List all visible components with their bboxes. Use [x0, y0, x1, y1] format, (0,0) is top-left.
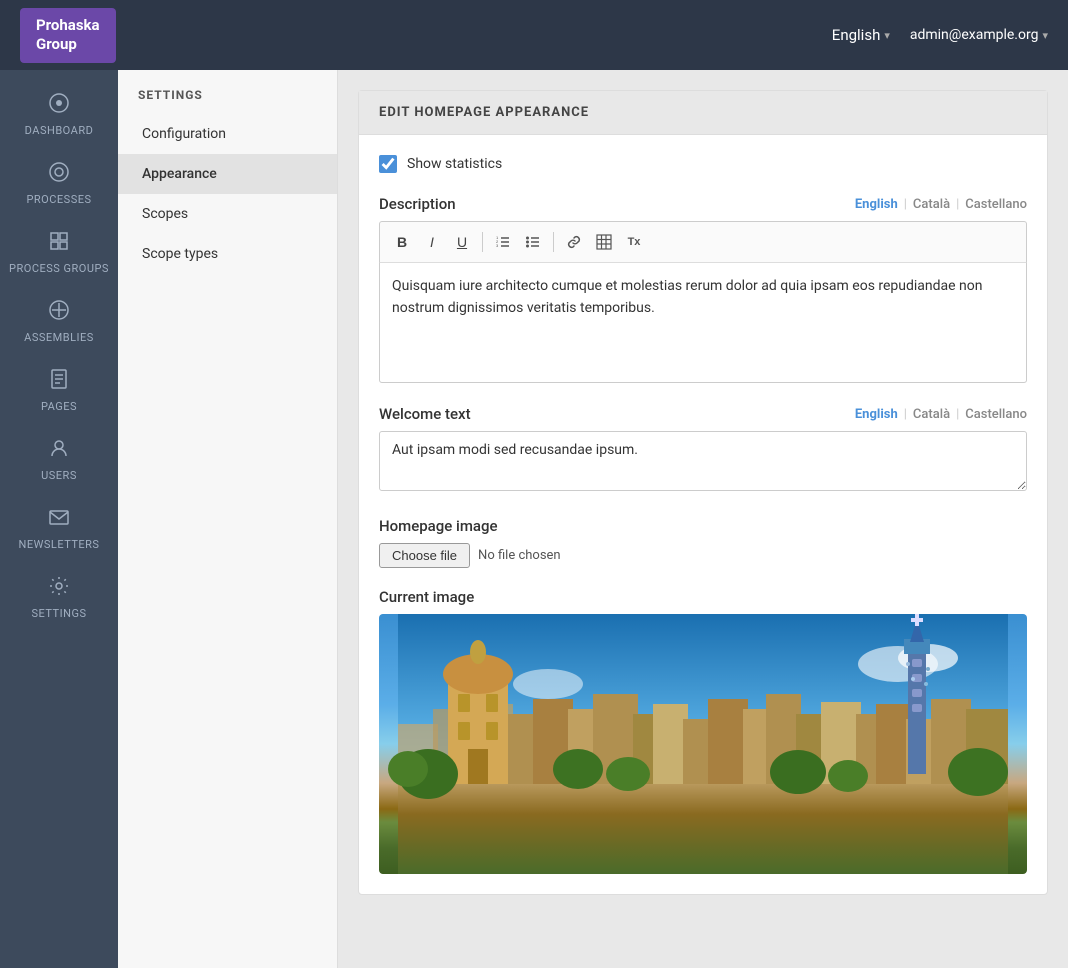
description-lang-english[interactable]: English [855, 197, 898, 212]
choose-file-button[interactable]: Choose file [379, 543, 470, 568]
unordered-list-button[interactable] [519, 228, 547, 256]
language-label: English [832, 26, 881, 44]
sidebar-item-label: Newsletters [19, 538, 100, 551]
current-image-display [379, 614, 1027, 874]
welcome-text-header: Welcome text English | Català | Castella… [379, 405, 1027, 423]
content-area: Edit Homepage Appearance Show statistics… [338, 70, 1068, 968]
ordered-list-button[interactable]: 123 [489, 228, 517, 256]
show-statistics-checkbox[interactable] [379, 155, 397, 173]
homepage-image-section: Homepage image Choose file No file chose… [379, 517, 1027, 568]
sidebar-item-label: Settings [32, 607, 87, 620]
clear-formatting-button[interactable]: Tx [620, 228, 648, 256]
sidebar-item-process-groups[interactable]: Process Groups [0, 218, 118, 287]
description-lang-castellano[interactable]: Castellano [965, 197, 1027, 212]
edit-card-title: Edit Homepage Appearance [359, 91, 1047, 135]
language-selector[interactable]: English ▾ [832, 26, 890, 44]
settings-nav-configuration[interactable]: Configuration [118, 114, 337, 154]
table-button[interactable] [590, 228, 618, 256]
sidebar-item-label: Assemblies [24, 331, 94, 344]
homepage-image-label: Homepage image [379, 517, 1027, 535]
description-header: Description English | Català | Castellan… [379, 195, 1027, 213]
sidebar-item-users[interactable]: Users [0, 425, 118, 494]
sidebar-item-label: Processes [26, 193, 91, 206]
user-menu[interactable]: admin@example.org ▾ [910, 27, 1048, 43]
description-content[interactable]: Quisquam iure architecto cumque et moles… [379, 263, 1027, 383]
settings-panel: Settings Configuration Appearance Scopes… [118, 70, 338, 968]
italic-button[interactable]: I [418, 228, 446, 256]
welcome-lang-catala[interactable]: Català [913, 407, 950, 422]
top-header: Prohaska Group English ▾ admin@example.o… [0, 0, 1068, 70]
users-icon [48, 437, 70, 464]
app-title: Prohaska Group [20, 8, 116, 63]
sidebar-item-label: Dashboard [25, 124, 94, 137]
link-button[interactable] [560, 228, 588, 256]
welcome-text-input[interactable] [379, 431, 1027, 491]
toolbar-separator-2 [553, 232, 554, 252]
welcome-lang-tabs: English | Català | Castellano [855, 407, 1027, 422]
processes-icon [48, 161, 70, 188]
sidebar-item-processes[interactable]: Processes [0, 149, 118, 218]
sidebar-item-settings[interactable]: Settings [0, 563, 118, 632]
pages-icon [48, 368, 70, 395]
edit-card: Edit Homepage Appearance Show statistics… [358, 90, 1048, 895]
svg-text:3: 3 [496, 243, 499, 248]
underline-button[interactable]: U [448, 228, 476, 256]
description-lang-catala[interactable]: Català [913, 197, 950, 212]
description-section: Description English | Català | Castellan… [379, 195, 1027, 383]
chevron-down-icon: ▾ [884, 29, 890, 42]
sidebar-item-dashboard[interactable]: Dashboard [0, 80, 118, 149]
sidebar-item-pages[interactable]: Pages [0, 356, 118, 425]
settings-nav-scope-types[interactable]: Scope types [118, 234, 337, 274]
welcome-lang-english[interactable]: English [855, 407, 898, 422]
editor-toolbar: B I U 123 [379, 221, 1027, 263]
settings-nav-appearance[interactable]: Appearance [118, 154, 337, 194]
settings-icon [48, 575, 70, 602]
edit-card-body: Show statistics Description English | Ca… [359, 135, 1047, 894]
welcome-text-label: Welcome text [379, 405, 471, 423]
no-file-chosen-text: No file chosen [478, 548, 561, 563]
user-email: admin@example.org [910, 27, 1039, 43]
bold-button[interactable]: B [388, 228, 416, 256]
settings-nav-scopes[interactable]: Scopes [118, 194, 337, 234]
toolbar-separator [482, 232, 483, 252]
sidebar: Dashboard Processes Process Groups Assem… [0, 70, 118, 968]
sidebar-item-label: Pages [41, 400, 77, 413]
header-right: English ▾ admin@example.org ▾ [832, 26, 1048, 44]
show-statistics-label: Show statistics [407, 156, 502, 172]
show-statistics-row: Show statistics [379, 155, 1027, 173]
assemblies-icon [48, 299, 70, 326]
sidebar-item-newsletters[interactable]: Newsletters [0, 494, 118, 563]
description-lang-tabs: English | Català | Castellano [855, 197, 1027, 212]
process-groups-icon [48, 230, 70, 257]
current-image-section: Current image [379, 588, 1027, 874]
sidebar-item-label: Process Groups [9, 262, 109, 275]
welcome-text-section: Welcome text English | Català | Castella… [379, 405, 1027, 495]
description-label: Description [379, 195, 456, 213]
welcome-lang-castellano[interactable]: Castellano [965, 407, 1027, 422]
sidebar-item-label: Users [41, 469, 77, 482]
main-layout: Dashboard Processes Process Groups Assem… [0, 70, 1068, 968]
chevron-down-icon: ▾ [1042, 29, 1048, 42]
settings-heading: Settings [118, 70, 337, 114]
file-input-row: Choose file No file chosen [379, 543, 1027, 568]
dashboard-icon [48, 92, 70, 119]
current-image-label: Current image [379, 588, 1027, 606]
newsletters-icon [48, 506, 70, 533]
sidebar-item-assemblies[interactable]: Assemblies [0, 287, 118, 356]
